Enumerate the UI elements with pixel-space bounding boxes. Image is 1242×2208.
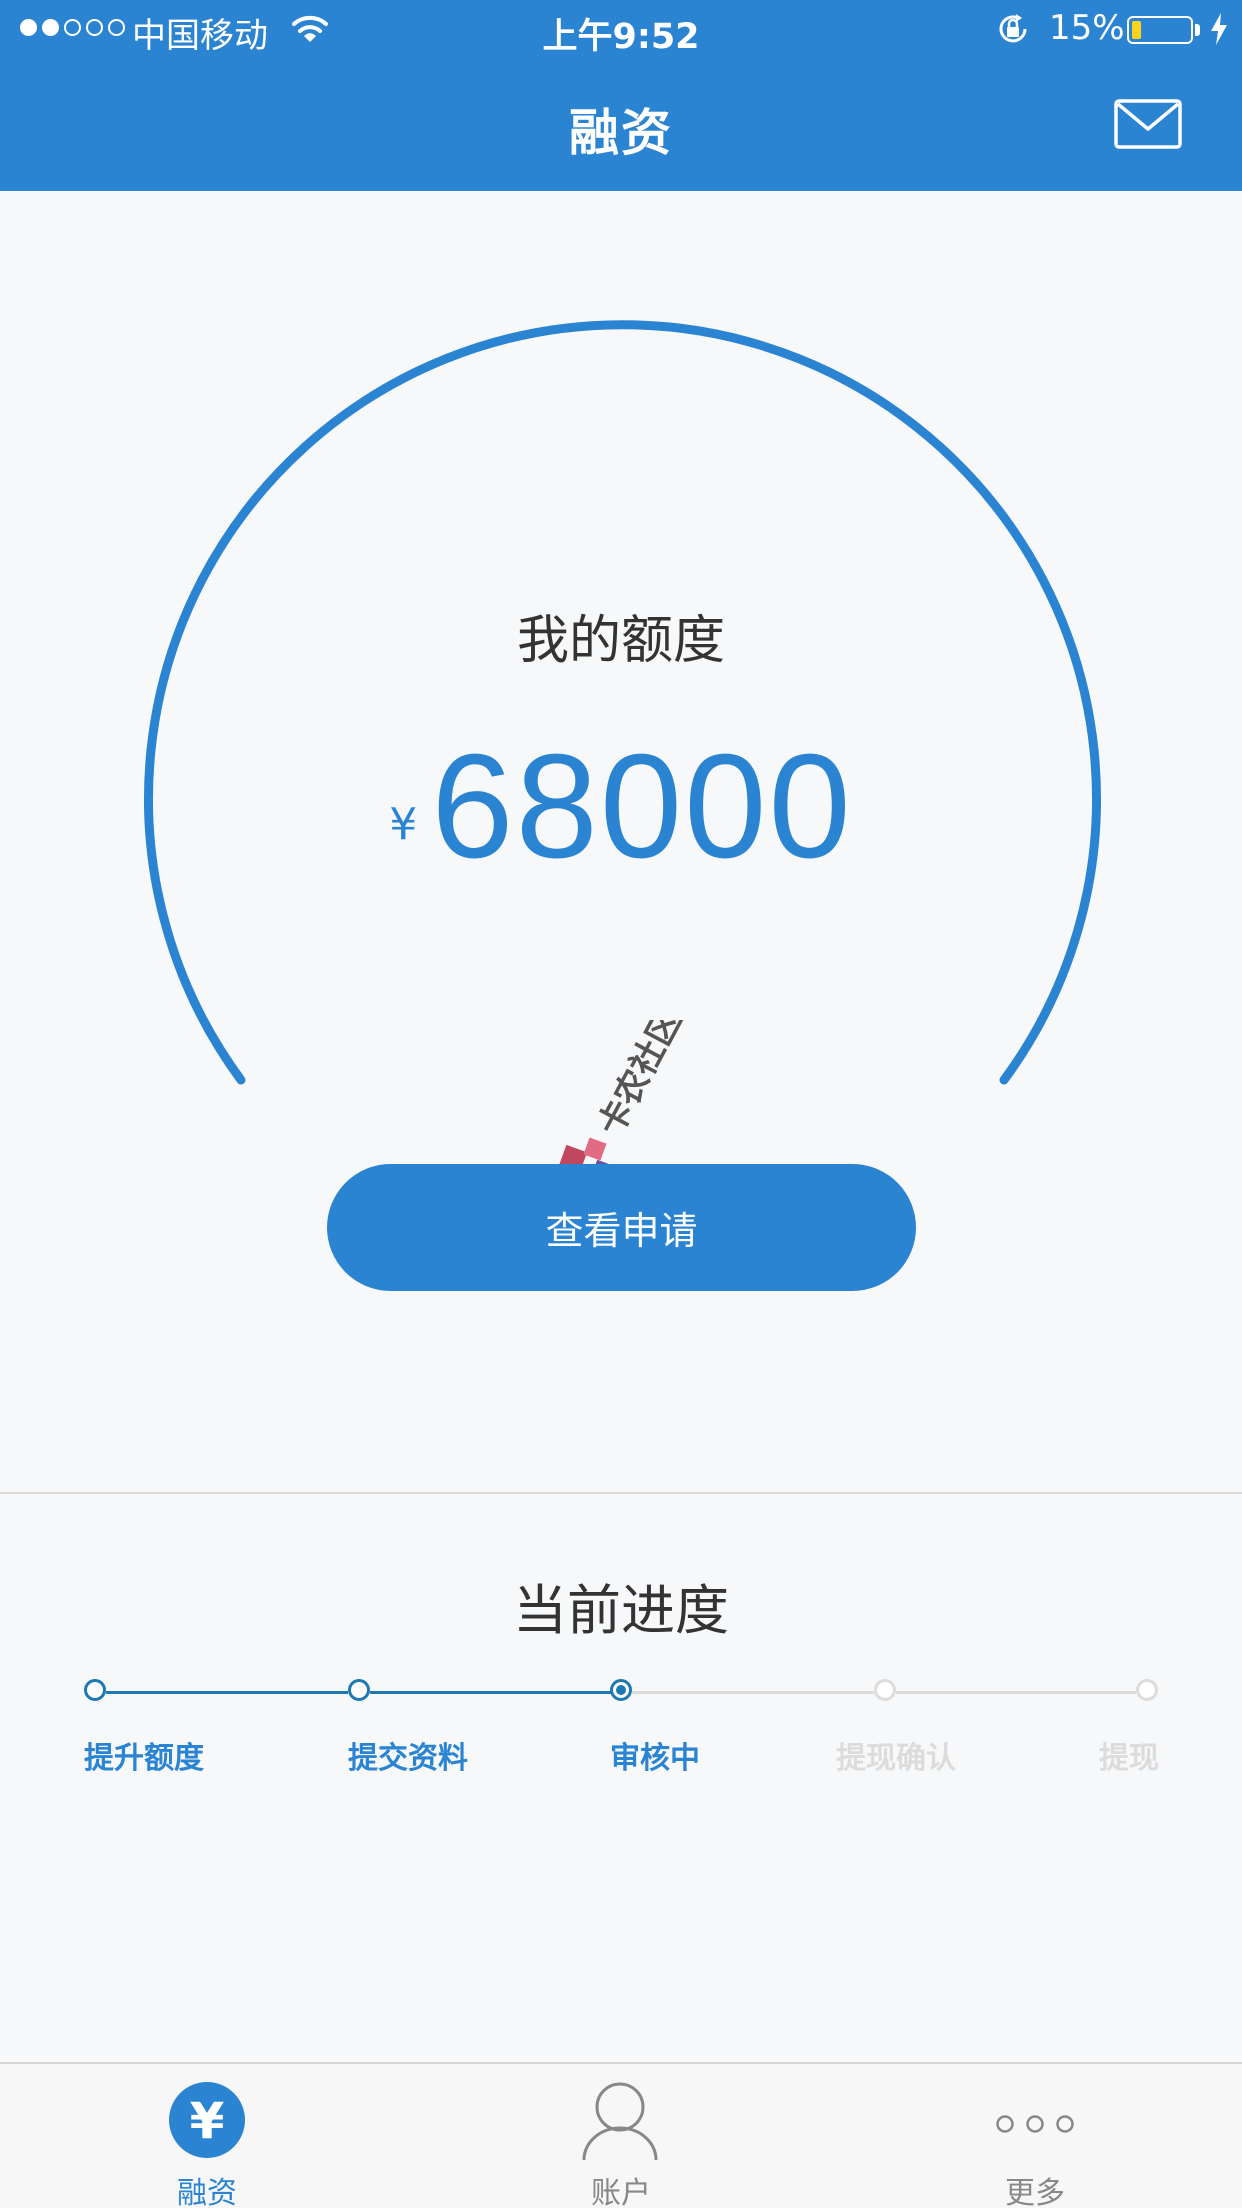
step-node-4 <box>874 1679 896 1701</box>
step-label-2: 提交资料 <box>348 1741 468 1776</box>
tab-more[interactable]: 更多 <box>958 2064 1112 2208</box>
more-icon <box>996 2115 1074 2133</box>
step-node-3 <box>610 1679 632 1701</box>
rotation-lock-icon <box>999 14 1027 43</box>
credit-label: 我的额度 <box>516 611 725 671</box>
financing-page: 中国移动 上午9:52 15% 融资 我的额度 ¥68000 卡农社区 查看申请… <box>0 0 1242 2208</box>
credit-amount: 68000 <box>431 724 853 889</box>
battery-percentage: 15% <box>1049 8 1125 48</box>
section-divider <box>0 1492 1242 1494</box>
battery-icon <box>1127 16 1193 44</box>
tab-label: 更多 <box>1005 2176 1065 2208</box>
tab-label: 融资 <box>177 2176 237 2208</box>
progress-line-todo <box>896 1691 1136 1694</box>
step-label-3: 审核中 <box>610 1741 700 1776</box>
progress-line-done <box>370 1691 612 1694</box>
bottom-tab-bar: ¥ 融资 账户 更多 <box>0 2062 1242 2208</box>
watermark-text: 卡农社区 <box>591 1020 690 1142</box>
page-title: 融资 <box>569 104 673 162</box>
step-label-1: 提升额度 <box>84 1741 204 1776</box>
status-bar: 中国移动 上午9:52 15% <box>0 0 1242 62</box>
tab-account[interactable]: 账户 <box>544 2064 698 2208</box>
step-node-5 <box>1136 1679 1158 1701</box>
mail-icon[interactable] <box>1114 99 1182 149</box>
charging-bolt-icon <box>1211 13 1227 45</box>
credit-amount-row: ¥68000 <box>0 722 1242 892</box>
app-header: 中国移动 上午9:52 15% 融资 <box>0 0 1242 191</box>
progress-title: 当前进度 <box>513 1579 729 1642</box>
step-node-2 <box>348 1679 370 1701</box>
tab-label: 账户 <box>591 2176 651 2208</box>
step-node-1 <box>84 1679 106 1701</box>
step-label-4: 提现确认 <box>836 1741 956 1776</box>
tab-financing[interactable]: ¥ 融资 <box>130 2064 284 2208</box>
user-icon <box>582 2082 658 2161</box>
progress-line-done <box>106 1691 348 1694</box>
progress-line-todo <box>632 1691 874 1694</box>
view-application-button[interactable]: 查看申请 <box>327 1164 916 1291</box>
battery-level <box>1132 21 1141 39</box>
yen-icon: ¥ <box>169 2082 245 2158</box>
battery-nub <box>1195 24 1200 36</box>
step-label-5: 提现 <box>1099 1741 1159 1776</box>
currency-symbol: ¥ <box>389 799 418 850</box>
